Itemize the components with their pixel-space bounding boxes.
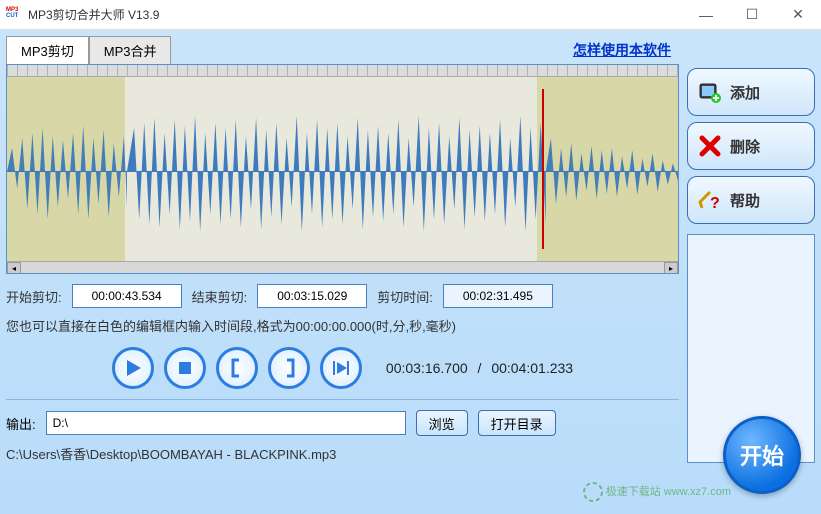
mark-start-button[interactable] xyxy=(216,347,258,389)
scroll-track[interactable] xyxy=(21,262,664,273)
end-cut-label: 结束剪切: xyxy=(192,287,248,306)
start-cut-input[interactable] xyxy=(72,284,182,308)
output-path-input[interactable] xyxy=(46,411,406,435)
output-label: 输出: xyxy=(6,414,36,433)
mark-end-button[interactable] xyxy=(268,347,310,389)
x-icon xyxy=(698,134,722,158)
watermark: 极速下载站 www.xz7.com xyxy=(583,482,731,502)
browse-button[interactable]: 浏览 xyxy=(416,410,468,436)
stop-button[interactable] xyxy=(164,347,206,389)
bracket-left-icon xyxy=(227,358,247,378)
file-path-display: C:\Users\香香\Desktop\BOOMBAYAH - BLACKPIN… xyxy=(6,444,679,463)
wave-area[interactable] xyxy=(7,77,678,261)
stop-icon xyxy=(175,358,195,378)
play-button[interactable] xyxy=(112,347,154,389)
horizontal-scrollbar[interactable]: ◂ ▸ xyxy=(7,261,678,273)
help-button-label: 帮助 xyxy=(730,190,760,211)
add-button[interactable]: 添加 xyxy=(687,68,815,116)
current-time: 00:03:16.700 xyxy=(386,360,468,376)
playback-cursor[interactable] xyxy=(542,89,544,249)
scroll-left-button[interactable]: ◂ xyxy=(7,262,21,274)
titlebar: MP3 CUT MP3剪切合并大师 V13.9 — ☐ ✕ xyxy=(0,0,821,30)
maximize-button[interactable]: ☐ xyxy=(729,0,775,30)
end-cut-input[interactable] xyxy=(257,284,367,308)
tab-cut[interactable]: MP3剪切 xyxy=(6,36,89,64)
open-dir-button[interactable]: 打开目录 xyxy=(478,410,556,436)
bracket-right-icon xyxy=(279,358,299,378)
start-cut-label: 开始剪切: xyxy=(6,287,62,306)
help-button[interactable]: ? 帮助 xyxy=(687,176,815,224)
start-button[interactable]: 开始 xyxy=(723,416,801,494)
app-icon: MP3 CUT xyxy=(6,7,22,23)
delete-button[interactable]: 删除 xyxy=(687,122,815,170)
tab-bar: MP3剪切 MP3合并 xyxy=(6,36,815,64)
minimize-button[interactable]: — xyxy=(683,0,729,30)
play-icon xyxy=(123,358,143,378)
play-range-icon xyxy=(331,358,351,378)
ruler-top xyxy=(7,65,678,77)
duration-display: 00:02:31.495 xyxy=(443,284,553,308)
film-add-icon xyxy=(698,80,722,104)
time-display: 00:03:16.700 / 00:04:01.233 xyxy=(386,360,573,376)
format-hint: 您也可以直接在白色的编辑框内输入时间段,格式为00:00:00.000(时,分,… xyxy=(6,316,679,335)
divider xyxy=(6,399,679,400)
scroll-right-button[interactable]: ▸ xyxy=(664,262,678,274)
window-title: MP3剪切合并大师 V13.9 xyxy=(28,6,683,23)
add-button-label: 添加 xyxy=(730,82,760,103)
duration-label: 剪切时间: xyxy=(377,287,433,306)
help-icon: ? xyxy=(698,188,722,212)
waveform-svg xyxy=(7,77,678,266)
svg-text:?: ? xyxy=(710,195,720,212)
total-time: 00:04:01.233 xyxy=(491,360,573,376)
app-body: MP3剪切 MP3合并 怎样使用本软件 xyxy=(0,30,821,514)
close-button[interactable]: ✕ xyxy=(775,0,821,30)
playback-controls: 00:03:16.700 / 00:04:01.233 xyxy=(6,347,679,389)
play-selection-button[interactable] xyxy=(320,347,362,389)
waveform-display[interactable]: ◂ ▸ xyxy=(6,64,679,274)
delete-button-label: 删除 xyxy=(730,136,760,157)
start-button-label: 开始 xyxy=(740,439,784,471)
help-link[interactable]: 怎样使用本软件 xyxy=(573,40,671,60)
tab-merge[interactable]: MP3合并 xyxy=(89,36,172,64)
